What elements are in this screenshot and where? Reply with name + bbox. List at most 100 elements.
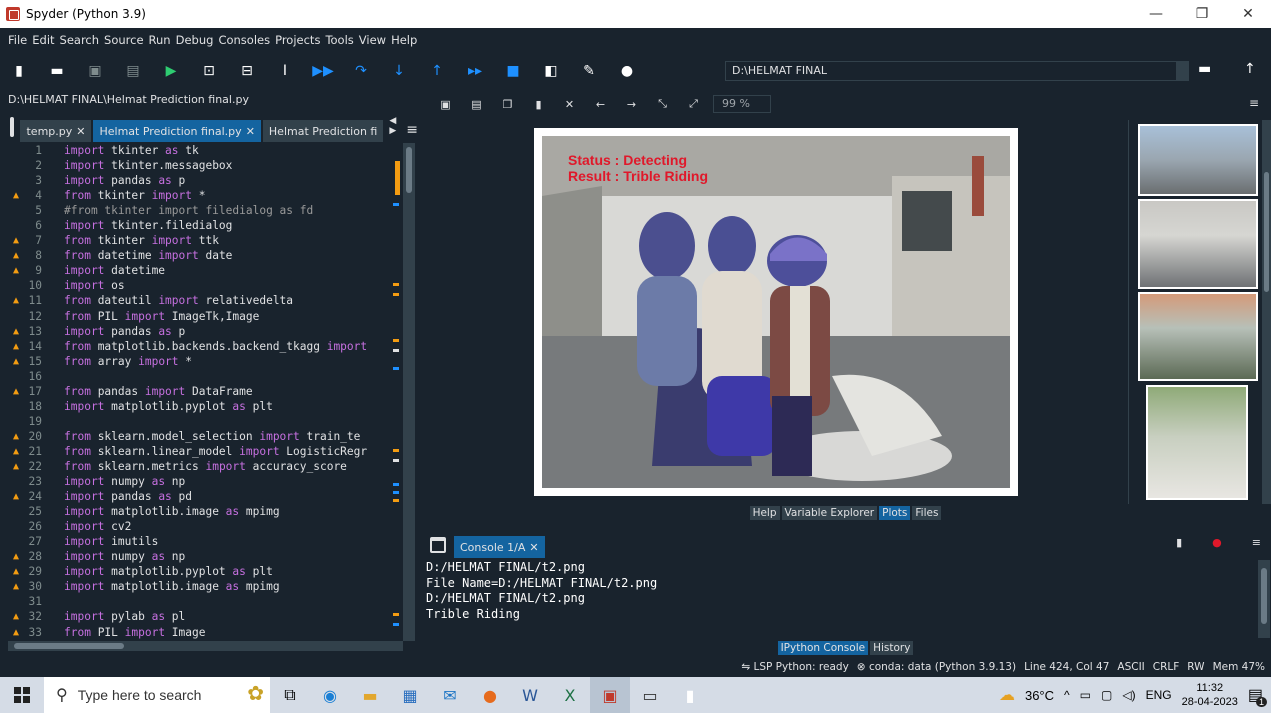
warning-icon[interactable]: ▲: [8, 263, 24, 278]
tab-help[interactable]: Help: [749, 506, 780, 520]
tab-plots[interactable]: Plots: [879, 506, 911, 520]
browse-tabs-icon[interactable]: [10, 117, 15, 137]
open-folder-icon[interactable]: ▬: [38, 56, 76, 86]
warning-icon[interactable]: ▲: [8, 459, 24, 474]
code-editor[interactable]: 1 import tkinter as tk 2 import tkinter.mes…: [8, 143, 418, 641]
code-line[interactable]: ▲ 28 import numpy as np: [8, 549, 418, 564]
code-line[interactable]: ▲ 30 import matplotlib.image as mpimg: [8, 579, 418, 594]
warning-icon[interactable]: ▲: [8, 609, 24, 624]
code-line[interactable]: ▲ 33 from PIL import Image: [8, 625, 418, 640]
clear-console-icon[interactable]: ▮: [1176, 536, 1182, 549]
notepad-icon[interactable]: ▮: [670, 677, 710, 713]
code-line[interactable]: ▲ 32 import pylab as pl: [8, 609, 418, 624]
run-cell-icon[interactable]: ⊡: [190, 56, 228, 86]
warning-icon[interactable]: ▲: [8, 489, 24, 504]
scroll-thumb[interactable]: [406, 147, 412, 193]
editor-options-menu-icon[interactable]: ≡: [406, 122, 418, 138]
minimize-icon[interactable]: —: [1133, 0, 1179, 28]
code-line[interactable]: 10 import os: [8, 278, 418, 293]
edge-browser-icon[interactable]: ◉: [310, 677, 350, 713]
code-line[interactable]: ▲ 20 from sklearn.model_selection import t…: [8, 429, 418, 444]
code-line[interactable]: ▲ 7 from tkinter import ttk: [8, 233, 418, 248]
firefox-icon[interactable]: ●: [470, 677, 510, 713]
save-icon[interactable]: ▣: [76, 56, 114, 86]
parent-directory-icon[interactable]: ↑: [1244, 61, 1256, 77]
code-line[interactable]: ▲ 9 import datetime: [8, 263, 418, 278]
temperature[interactable]: 36°C: [1025, 688, 1054, 703]
code-line[interactable]: ▲ 24 import pandas as pd: [8, 489, 418, 504]
editor-horizontal-scrollbar[interactable]: [8, 641, 403, 651]
next-plot-icon[interactable]: →: [616, 98, 647, 111]
code-line[interactable]: 3 import pandas as p: [8, 173, 418, 188]
scroll-thumb[interactable]: [1264, 172, 1269, 292]
editor-tab-helmat-final[interactable]: Helmat Prediction final.py ✕: [93, 120, 261, 142]
run-cell-advance-icon[interactable]: ⊟: [228, 56, 266, 86]
file-explorer-icon[interactable]: ▬: [350, 677, 390, 713]
step-into-icon[interactable]: ↓: [380, 56, 418, 86]
browse-folder-icon[interactable]: ▬: [1198, 61, 1211, 77]
input-language[interactable]: ENG: [1146, 688, 1172, 702]
interrupt-kernel-icon[interactable]: ●: [1212, 536, 1222, 549]
warning-icon[interactable]: ▲: [8, 339, 24, 354]
code-line[interactable]: ▲ 11 from dateutil import relativedelta: [8, 293, 418, 308]
zoom-out-icon[interactable]: ⤡: [647, 97, 678, 111]
warning-icon[interactable]: ▲: [8, 625, 24, 640]
show-hidden-icons-icon[interactable]: ^: [1064, 688, 1070, 702]
code-line[interactable]: 16: [8, 369, 418, 384]
code-line[interactable]: ▲ 17 from pandas import DataFrame: [8, 384, 418, 399]
zoom-in-icon[interactable]: ⤢: [678, 97, 709, 111]
close-tab-icon[interactable]: ✕: [529, 541, 538, 554]
new-file-icon[interactable]: ▮: [0, 56, 38, 86]
copy-plot-icon[interactable]: ❐: [492, 98, 523, 111]
network-icon[interactable]: ▢: [1101, 688, 1112, 702]
console-scrollbar[interactable]: [1258, 560, 1270, 638]
working-directory-dropdown[interactable]: [1177, 61, 1189, 81]
code-line[interactable]: 25 import matplotlib.image as mpimg: [8, 504, 418, 519]
code-line[interactable]: 19: [8, 414, 418, 429]
zoom-level-field[interactable]: 99 %: [713, 95, 771, 113]
code-line[interactable]: 27 import imutils: [8, 534, 418, 549]
code-line[interactable]: ▲ 8 from datetime import date: [8, 248, 418, 263]
warning-icon[interactable]: ▲: [8, 248, 24, 263]
warning-icon[interactable]: ▲: [8, 564, 24, 579]
tab-scroll-arrows-icon[interactable]: ◀ ▶: [389, 116, 396, 136]
debug-icon[interactable]: ▶▶: [304, 56, 342, 86]
code-line[interactable]: 1 import tkinter as tk: [8, 143, 418, 158]
warning-icon[interactable]: ▲: [8, 549, 24, 564]
task-view-icon[interactable]: ⧉: [270, 677, 310, 713]
spyder-taskbar-icon[interactable]: ▣: [590, 677, 630, 713]
warning-icon[interactable]: ▲: [8, 354, 24, 369]
previous-plot-icon[interactable]: ←: [585, 98, 616, 111]
menu-help[interactable]: Help: [391, 33, 417, 47]
close-tab-icon[interactable]: ✕: [76, 125, 85, 138]
warning-icon[interactable]: ▲: [8, 384, 24, 399]
editor-vertical-scrollbar[interactable]: [403, 143, 415, 641]
warning-icon[interactable]: ▲: [8, 293, 24, 308]
menu-search[interactable]: Search: [60, 33, 100, 47]
working-directory-input[interactable]: D:\HELMAT FINAL: [725, 61, 1177, 81]
remove-all-plots-icon[interactable]: ✕: [554, 98, 585, 111]
warning-icon[interactable]: ▲: [8, 579, 24, 594]
save-all-plots-icon[interactable]: ▤: [461, 98, 492, 111]
plot-thumbnail-selected[interactable]: [1138, 199, 1258, 289]
menu-edit[interactable]: Edit: [32, 33, 54, 47]
warning-icon[interactable]: ▲: [8, 444, 24, 459]
plots-options-menu-icon[interactable]: ≡: [1249, 96, 1259, 110]
scroll-thumb[interactable]: [1261, 568, 1267, 624]
code-line[interactable]: 31: [8, 594, 418, 609]
preferences-wrench-icon[interactable]: ✎: [570, 56, 608, 86]
close-tab-icon[interactable]: ✕: [246, 125, 255, 138]
continue-icon[interactable]: ▸▸: [456, 56, 494, 86]
plot-thumbnail[interactable]: [1146, 385, 1248, 500]
menu-debug[interactable]: Debug: [176, 33, 214, 47]
step-over-icon[interactable]: ↷: [342, 56, 380, 86]
console-options-menu-icon[interactable]: ≡: [1252, 536, 1261, 549]
menu-run[interactable]: Run: [149, 33, 171, 47]
code-line[interactable]: ▲ 14 from matplotlib.backends.backend_tkag…: [8, 339, 418, 354]
editor-tab-helmat-other[interactable]: Helmat Prediction fi: [262, 120, 384, 142]
code-line[interactable]: ▲ 22 from sklearn.metrics import accuracy_…: [8, 459, 418, 474]
menu-file[interactable]: File: [8, 33, 27, 47]
code-line[interactable]: 12 from PIL import ImageTk,Image: [8, 309, 418, 324]
tab-files[interactable]: Files: [912, 506, 942, 520]
taskbar-search-box[interactable]: ⚲ Type here to search ✿: [44, 677, 270, 713]
